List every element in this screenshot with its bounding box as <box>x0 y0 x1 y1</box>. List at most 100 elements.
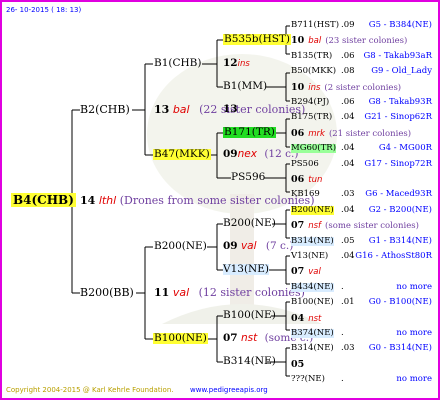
gen4-node-ref[interactable]: G8 - Takab93R <box>369 98 432 107</box>
gen4-line-year: 10 <box>291 82 305 93</box>
report-date: 26- 10-2015 ( 18: 13) <box>6 6 82 14</box>
mother-node-label: B200(BB) <box>80 286 134 299</box>
gen4-node-label: MG60(TR) <box>291 143 337 153</box>
gen4-node-label: V13(NE) <box>291 251 329 261</box>
gen4-line-row: 10 bal (23 sister colonies) <box>291 36 407 46</box>
father-node-label: B2(CHB) <box>80 103 130 116</box>
gen4-line-year: 07 <box>291 266 305 277</box>
gen4-line-year: 06 <box>291 174 305 185</box>
gen4-node-ref[interactable]: G6 - Maced93R <box>365 190 432 199</box>
gen2-b47-label: B47(MKK) <box>153 148 211 160</box>
gen4-line-year: 06 <box>291 128 305 139</box>
gen4-line-code: nsf <box>308 221 322 231</box>
gen4-node-year: .04 <box>341 251 355 261</box>
gen4-node-label: B200(NE) <box>291 205 334 215</box>
website-link[interactable]: www.pedigreeapis.org <box>190 387 268 394</box>
gen4-line-row: 06 tun <box>291 175 326 185</box>
b535b-code: ins <box>237 59 250 69</box>
gen4-node-ref[interactable]: G0 - B100(NE) <box>369 298 432 307</box>
gen2-b47-line: 09nex (12 c.) <box>223 149 298 160</box>
pedigree-stage: 26- 10-2015 ( 18: 13) B4(CHB) 14 lthl (D… <box>2 2 438 398</box>
gen3-b200ne-label: B200(NE) <box>223 217 276 229</box>
gen4-line-code: mrk <box>308 129 325 139</box>
gen4-node-label: B711(HST) <box>291 20 340 30</box>
gen3-b535b-label: B535b(HST) <box>223 33 292 45</box>
gen4-node-year: .06 <box>341 51 355 61</box>
b200ne-year: 09 <box>223 240 238 252</box>
b200ne-code: val <box>240 240 257 252</box>
gen3-b535b-line: 12ins <box>223 58 250 69</box>
copyright-text: Copyright 2004-2015 @ Karl Kehrle Founda… <box>6 386 174 394</box>
gen4-node-label: B135(TR) <box>291 51 333 61</box>
gen3-b100ne-label: B100(NE) <box>223 309 276 321</box>
root-code: lthl <box>98 194 117 207</box>
gen4-line-row: 07 val <box>291 267 325 277</box>
gen4-line-year: 10 <box>291 35 305 46</box>
gen2-b1-label: B1(CHB) <box>154 57 202 69</box>
gen4-node-label: PS506 <box>291 159 319 169</box>
gen3-b1mm-line: 13 <box>223 104 238 115</box>
b100ne-year: 07 <box>223 332 238 344</box>
gen4-node-year: .01 <box>341 297 355 307</box>
gen4-node-year: . <box>341 282 344 292</box>
gen4-line-row: 05 <box>291 360 312 370</box>
gen4-node-ref[interactable]: G5 - B384(NE) <box>369 21 432 30</box>
father-code: bal <box>172 103 190 116</box>
gen3-ps596-label: PS596 <box>231 171 266 183</box>
b1mm-year: 13 <box>223 103 238 115</box>
gen4-node-label: ???(NE) <box>291 374 325 384</box>
gen4-node-year: .03 <box>341 343 355 353</box>
root-year: 14 <box>80 194 96 207</box>
gen4-node-ref[interactable]: no more <box>396 375 432 384</box>
gen4-node-ref[interactable]: G21 - Sinop62R <box>364 113 432 122</box>
gen4-node-label: B294(PJ) <box>291 97 330 107</box>
gen4-node-ref[interactable]: G16 - AthosSt80R <box>355 252 432 261</box>
gen4-node-ref[interactable]: G0 - B314(NE) <box>369 344 432 353</box>
gen4-node-ref[interactable]: G2 - B200(NE) <box>369 206 432 215</box>
gen4-line-code: tun <box>308 175 323 185</box>
gen4-node-ref[interactable]: G4 - MG00R <box>379 144 432 153</box>
gen4-line-row: 04 nst <box>291 314 325 324</box>
gen4-node-year: .04 <box>341 159 355 169</box>
gen4-node-year: . <box>341 328 344 338</box>
gen4-node-ref[interactable]: no more <box>396 283 432 292</box>
gen2-b100ne-label: B100(NE) <box>153 332 208 344</box>
gen4-node-year: .04 <box>341 205 355 215</box>
gen3-b314ne-label: B314(NE) <box>223 355 276 367</box>
gen2-b200ne-label: B200(NE) <box>154 240 207 252</box>
gen4-line-code: ins <box>308 83 321 93</box>
b200ne-sisters: (7 c.) <box>265 240 294 252</box>
gen4-line-row: 10 ins (2 sister colonies) <box>291 83 401 93</box>
gen4-node-ref[interactable]: G9 - Old_Lady <box>371 67 432 76</box>
mother-code: val <box>172 286 190 299</box>
b100ne-code: nst <box>240 332 258 344</box>
gen4-node-label: B50(MKK) <box>291 66 337 76</box>
gen4-line-code: bal <box>308 36 322 46</box>
gen4-node-ref[interactable]: G17 - Sinop72R <box>364 160 432 169</box>
b47-year: 09 <box>223 148 238 160</box>
gen4-node-year: .06 <box>341 97 355 107</box>
gen4-line-row: 06 mrk (21 sister colonies) <box>291 129 411 139</box>
mother-sisters: (12 sister colonies) <box>198 286 305 299</box>
root-line: 14 lthl (Drones from some sister colonie… <box>80 195 315 206</box>
father-year: 13 <box>154 103 170 116</box>
gen4-line-note: (21 sister colonies) <box>328 129 412 139</box>
root-drones-note: (Drones from some sister colonies) <box>119 194 315 207</box>
gen4-line-note: (23 sister colonies) <box>325 36 408 46</box>
gen4-line-row: 07 nsf (some sister colonies) <box>291 221 419 231</box>
pedigree-frame: 26- 10-2015 ( 18: 13) B4(CHB) 14 lthl (D… <box>0 0 440 400</box>
gen4-node-year: .04 <box>341 112 355 122</box>
gen4-node-ref[interactable]: G1 - B314(NE) <box>369 237 432 246</box>
gen4-node-label: B175(TR) <box>291 112 333 122</box>
gen4-line-year: 04 <box>291 313 305 324</box>
gen4-line-code: nst <box>308 314 322 324</box>
father-sisters: (22 sister colonies) <box>199 103 306 116</box>
gen3-v13ne-label: V13(NE) <box>223 263 269 275</box>
gen4-node-ref[interactable]: no more <box>396 329 432 338</box>
mother-node-line: 11 val (12 sister colonies) <box>154 287 305 298</box>
gen4-node-label: B314(NE) <box>291 343 334 353</box>
b535b-year: 12 <box>223 57 238 69</box>
gen4-node-ref[interactable]: G8 - Takab93aR <box>364 52 433 61</box>
root-queen-label: B4(CHB) <box>11 193 76 207</box>
gen4-node-year: . <box>341 374 344 384</box>
